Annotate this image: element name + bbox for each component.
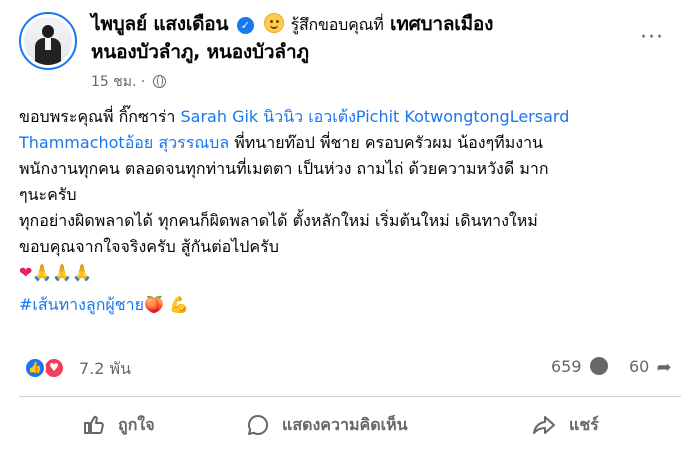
- comment-count-value: 659: [551, 357, 582, 376]
- author-name[interactable]: ไพบูลย์ แสงเดือน: [91, 13, 228, 35]
- hashtag-link[interactable]: #เส้นทางลูกผู้ชาย: [19, 295, 144, 314]
- divider: [19, 396, 681, 397]
- body-line-1: ขอบพระคุณพี่ กิ๊กซาร่า Sarah Gik นิวนิว …: [19, 104, 684, 130]
- comment-label: แสดงความคิดเห็น: [282, 414, 408, 434]
- facebook-post: ไพบูลย์ แสงเดือน ✓ รู้สึกขอบคุณที่ เทศบา…: [0, 0, 700, 450]
- share-button[interactable]: แชร์: [531, 407, 599, 443]
- post-meta: 15 ชม. ·: [91, 71, 166, 93]
- globe-icon[interactable]: [152, 75, 166, 88]
- hashtag-emoji: 🍑 💪: [144, 295, 189, 314]
- reaction-count[interactable]: 7.2 พัน: [79, 357, 131, 382]
- comment-icon: [248, 414, 269, 435]
- like-label: ถูกใจ: [118, 414, 155, 434]
- post-time[interactable]: 15 ชม.: [91, 74, 136, 90]
- emoji-line: ❤🙏🙏🙏: [19, 260, 684, 286]
- post-body: ขอบพระคุณพี่ กิ๊กซาร่า Sarah Gik นิวนิว …: [19, 104, 684, 318]
- more-options-icon[interactable]: ···: [640, 25, 664, 50]
- pray-emoji-icon: 🙏🙏🙏: [32, 263, 93, 282]
- share-count[interactable]: 60 ➦: [629, 357, 672, 378]
- smiling-face-icon: [264, 13, 285, 33]
- tagged-people-link[interactable]: Sarah Gik นิวนิว เอวเต้งPichit Kotwongto…: [181, 107, 570, 126]
- body-text: พี่ทนายท๊อป พี่ชาย ครอบครัวผม น้องๆทีมงา…: [229, 133, 543, 152]
- tagged-people-link[interactable]: Thammachotอ้อย สุวรรณบล: [19, 133, 229, 152]
- hashtag-line: #เส้นทางลูกผู้ชาย🍑 💪: [19, 292, 684, 318]
- body-line-6: ขอบคุณจากใจจริงครับ สู้กันต่อไปครับ: [19, 237, 279, 256]
- comment-button[interactable]: แสดงความคิดเห็น: [246, 407, 408, 443]
- body-line-3: พนักงานทุกคน ตลอดจนทุกท่านที่เมตตา เป็นห…: [19, 159, 549, 178]
- comment-bubble-icon: [589, 357, 608, 375]
- author-avatar[interactable]: [19, 12, 77, 70]
- like-reaction-icon[interactable]: 👍: [24, 357, 46, 379]
- love-reaction-icon[interactable]: ♥: [43, 357, 65, 379]
- share-icon: [533, 416, 555, 434]
- share-count-value: 60: [629, 357, 650, 376]
- like-button[interactable]: ถูกใจ: [82, 407, 155, 443]
- body-line-5: ทุกอย่างผิดพลาดได้ ทุกคนก็ผิดพลาดได้ ตั้…: [19, 211, 538, 230]
- share-arrow-icon: ➦: [656, 357, 672, 378]
- post-header: ไพบูลย์ แสงเดือน ✓ รู้สึกขอบคุณที่ เทศบา…: [91, 11, 611, 38]
- body-text: ขอบพระคุณพี่ กิ๊กซาร่า: [19, 107, 181, 126]
- place-name-continued[interactable]: หนองบัวลำภู, หนองบัวลำภู: [91, 39, 309, 65]
- verified-badge-icon: ✓: [236, 17, 254, 34]
- thumbs-up-icon: [84, 415, 104, 434]
- comment-count[interactable]: 659: [551, 357, 608, 376]
- place-name[interactable]: เทศบาลเมือง: [390, 13, 493, 35]
- feeling-text: รู้สึกขอบคุณที่: [290, 15, 384, 34]
- share-label: แชร์: [569, 414, 599, 434]
- meta-separator: ·: [140, 74, 146, 90]
- avatar-photo: [24, 17, 72, 65]
- body-line-4: ๆนะครับ: [19, 185, 77, 204]
- heart-emoji-icon: ❤: [19, 263, 33, 282]
- body-line-2: Thammachotอ้อย สุวรรณบล พี่ทนายท๊อป พี่ช…: [19, 130, 684, 156]
